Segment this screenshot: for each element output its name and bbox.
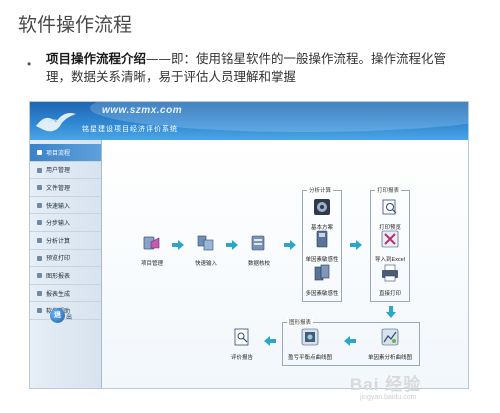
sidebar-item-label: 图形报表 bbox=[46, 273, 71, 280]
node-label: 盈亏平衡点曲线图 bbox=[287, 355, 332, 361]
exit-label: 出 bbox=[66, 315, 73, 321]
sidebar-item-label: 报表生成 bbox=[46, 291, 71, 298]
sidebar-item-preview-print[interactable]: 预览打印 bbox=[30, 250, 101, 268]
sidebar-item-quick-input[interactable]: 快速输入 bbox=[30, 197, 101, 215]
node-label: 项目管理 bbox=[140, 261, 163, 267]
eval-report-icon bbox=[234, 328, 249, 346]
app-banner: www.szmx.com 铭星建设项目经济评价系统 bbox=[30, 102, 468, 140]
menu-bullet-icon bbox=[37, 167, 42, 173]
flow-arrow-down-icon bbox=[386, 306, 396, 318]
node-label: 评价报告 bbox=[230, 355, 253, 361]
node-label: 直接打印 bbox=[378, 291, 401, 297]
menu-bullet-icon bbox=[37, 237, 42, 243]
menu-bullet-icon bbox=[37, 202, 42, 208]
data-check-icon bbox=[251, 235, 265, 251]
node-label: 快速输入 bbox=[194, 261, 217, 267]
sidebar-item-step-input[interactable]: 分步输入 bbox=[30, 214, 101, 232]
menu-bullet-icon bbox=[37, 255, 42, 261]
sidebar-item-label: 分步输入 bbox=[46, 221, 71, 228]
quick-input-icon bbox=[197, 235, 214, 251]
bird-logo-icon bbox=[36, 113, 76, 132]
node-label: 单因素分析曲线图 bbox=[367, 355, 412, 361]
breakeven-chart-icon bbox=[301, 328, 319, 346]
project-manage-icon bbox=[143, 236, 160, 250]
group-title: 图形报表 bbox=[287, 318, 314, 326]
app-url: www.szmx.com bbox=[102, 105, 183, 116]
bullet-marker: • bbox=[27, 57, 32, 71]
basic-plan-icon bbox=[314, 199, 330, 215]
multi-factor-icon bbox=[314, 264, 330, 281]
node-data-check[interactable]: 数据核校 bbox=[239, 234, 279, 267]
single-factor-chart-icon bbox=[381, 328, 399, 346]
node-import-excel[interactable]: 导入到Excel bbox=[364, 230, 416, 263]
menu-bullet-icon bbox=[37, 290, 42, 296]
bullet-text: 项目操作流程介绍——即：使用铭星软件的一般操作流程。操作流程化管理，数据关系清晰… bbox=[46, 50, 466, 86]
app-screenshot: www.szmx.com 铭星建设项目经济评价系统 项目流程 用户管理 文件管理… bbox=[29, 101, 469, 389]
menu-bullet-icon bbox=[37, 150, 42, 155]
app-system-title: 铭星建设项目经济评价系统 bbox=[82, 126, 178, 133]
sidebar-menu: 项目流程 用户管理 文件管理 快速输入 分步输入 分析计算 预览打印 图形报表 … bbox=[30, 140, 101, 320]
watermark: Bai 经验 bbox=[350, 375, 422, 394]
menu-bullet-icon bbox=[37, 308, 42, 314]
flow-arrow-icon bbox=[172, 240, 184, 250]
node-print-preview[interactable]: 打印预览 bbox=[368, 198, 412, 231]
flow-arrow-left-icon bbox=[264, 336, 276, 346]
flow-arrow-icon bbox=[350, 240, 362, 250]
sidebar-item-label: 快速输入 bbox=[46, 203, 71, 210]
sidebar-item-label: 分析计算 bbox=[46, 238, 71, 245]
sidebar-item-chart-report[interactable]: 图形报表 bbox=[30, 267, 101, 285]
flow-arrow-icon bbox=[226, 240, 238, 250]
menu-bullet-icon bbox=[37, 185, 42, 191]
menu-bullet-icon bbox=[37, 273, 42, 279]
group-title: 打印报表 bbox=[375, 186, 402, 194]
sidebar-item-user-manage[interactable]: 用户管理 bbox=[30, 162, 101, 180]
sidebar-item-label: 项目流程 bbox=[46, 150, 71, 157]
bullet-bold: 项目操作流程介绍 bbox=[46, 51, 147, 66]
sidebar-item-analysis[interactable]: 分析计算 bbox=[30, 232, 101, 250]
node-quick-input[interactable]: 快速输入 bbox=[186, 234, 226, 267]
sidebar-item-label: 用户管理 bbox=[46, 168, 71, 175]
excel-icon bbox=[381, 230, 399, 248]
node-single-factor[interactable]: 单因素敏感性 bbox=[300, 230, 344, 263]
printer-icon bbox=[382, 264, 398, 282]
flow-arrow-left-icon bbox=[344, 336, 356, 346]
node-breakeven-chart[interactable]: 盈亏平衡点曲线图 bbox=[282, 328, 338, 361]
node-multi-factor[interactable]: 多因素敏感性 bbox=[300, 264, 344, 297]
slide-title: 软件操作流程 bbox=[18, 14, 133, 36]
node-label: 单因素敏感性 bbox=[305, 257, 339, 263]
node-project-manage[interactable]: 项目管理 bbox=[132, 234, 172, 267]
flow-arrow-icon bbox=[284, 240, 296, 250]
node-single-factor-chart[interactable]: 单因素分析曲线图 bbox=[360, 328, 420, 361]
sidebar-item-report-generate[interactable]: 报表生成 bbox=[30, 285, 101, 303]
sidebar: 项目流程 用户管理 文件管理 快速输入 分步输入 分析计算 预览打印 图形报表 … bbox=[30, 140, 102, 388]
node-eval-report[interactable]: 评价报告 bbox=[222, 328, 262, 361]
watermark-sub: jingyan.baidu.com bbox=[360, 394, 417, 401]
flow-canvas: 项目管理 快速输入 数据核校 分析计算 基本方案 单因素敏感性 多因素敏感性 打… bbox=[102, 140, 468, 388]
single-factor-icon bbox=[316, 230, 328, 248]
sidebar-item-file-manage[interactable]: 文件管理 bbox=[30, 179, 101, 197]
exit-button[interactable]: 退 bbox=[50, 308, 65, 323]
menu-bullet-icon bbox=[37, 220, 42, 226]
sidebar-item-label: 文件管理 bbox=[46, 185, 71, 192]
sidebar-item-label: 预览打印 bbox=[46, 256, 71, 263]
group-title: 分析计算 bbox=[307, 186, 334, 194]
sidebar-item-project-flow[interactable]: 项目流程 bbox=[30, 144, 101, 162]
node-label: 导入到Excel bbox=[375, 257, 405, 263]
print-preview-icon bbox=[382, 199, 397, 215]
node-direct-print[interactable]: 直接打印 bbox=[368, 264, 412, 297]
node-label: 数据核校 bbox=[247, 261, 270, 267]
node-label: 多因素敏感性 bbox=[305, 291, 339, 297]
node-basic-plan[interactable]: 基本方案 bbox=[300, 198, 344, 231]
